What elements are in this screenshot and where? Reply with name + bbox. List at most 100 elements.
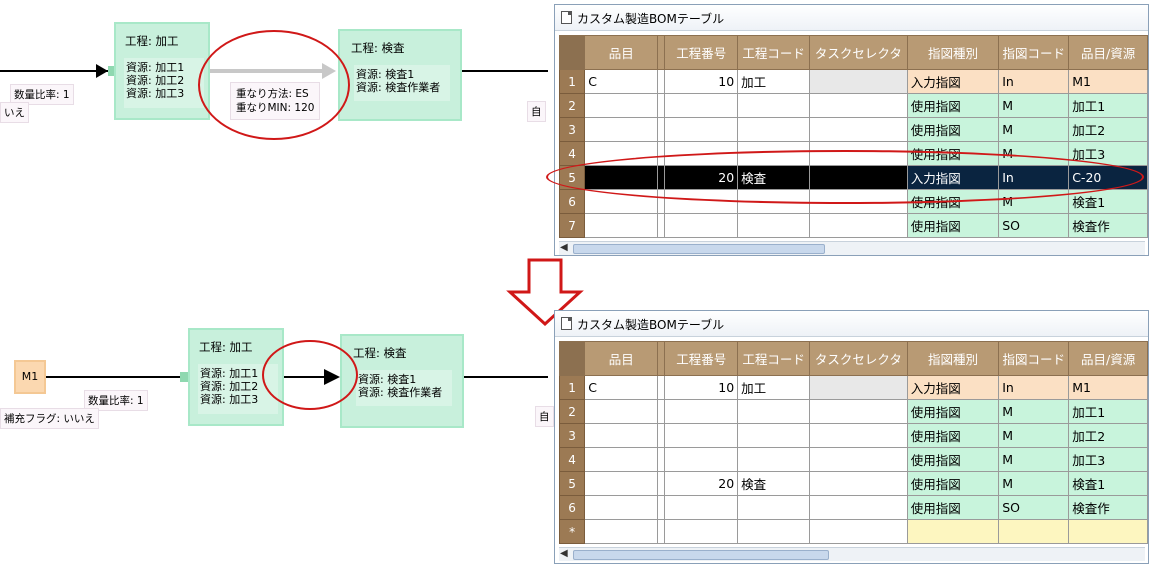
new-row[interactable]: * — [558, 519, 1148, 544]
cell-item[interactable] — [584, 495, 659, 520]
row-number[interactable]: 6 — [558, 495, 586, 520]
cell-order-code[interactable] — [998, 519, 1070, 544]
row-number[interactable]: 5 — [558, 471, 586, 496]
table-row[interactable]: 5 20 検査 使用指図 M 検査1 — [558, 471, 1148, 496]
cell-proc-code[interactable] — [737, 117, 810, 142]
col-header[interactable]: 工程コード — [737, 35, 810, 70]
cell-proc-code[interactable] — [737, 519, 810, 544]
cell-item[interactable]: C — [584, 375, 659, 400]
cell-task-selector[interactable] — [808, 519, 908, 544]
cell-task-selector[interactable] — [808, 399, 908, 424]
cell-proc-no[interactable] — [664, 213, 739, 238]
cell-task-selector[interactable] — [808, 213, 908, 238]
cell-order-type[interactable]: 入力指図 — [906, 375, 1000, 400]
row-number[interactable]: 4 — [558, 141, 586, 166]
row-number[interactable]: 1 — [558, 69, 586, 94]
cell-resource[interactable] — [1068, 519, 1148, 544]
cell-item[interactable] — [584, 399, 659, 424]
col-header[interactable]: 指図種別 — [906, 35, 1000, 70]
cell-task-selector[interactable] — [808, 423, 908, 448]
process-node-kensa[interactable]: 工程: 検査 資源: 検査1 資源: 検査作業者 — [338, 29, 462, 121]
cell-item[interactable]: C — [584, 69, 659, 94]
scroll-thumb[interactable] — [573, 550, 829, 560]
cell-order-type[interactable]: 入力指図 — [906, 69, 1000, 94]
cell-resource[interactable]: 検査作 — [1068, 495, 1148, 520]
col-header[interactable]: 品目/資源 — [1068, 341, 1148, 376]
table-row[interactable]: 1 C 10 加工 入力指図 In M1 — [558, 69, 1148, 94]
cell-order-code[interactable]: In — [998, 375, 1070, 400]
cell-resource[interactable]: 加工3 — [1068, 447, 1148, 472]
cell-item[interactable] — [584, 213, 659, 238]
cell-proc-code[interactable] — [737, 423, 810, 448]
cell-item[interactable] — [584, 519, 659, 544]
cell-resource[interactable]: 加工2 — [1068, 117, 1148, 142]
cell-order-code[interactable]: SO — [998, 495, 1070, 520]
row-number[interactable]: 6 — [558, 189, 586, 214]
cell-task-selector[interactable] — [808, 471, 908, 496]
cell-proc-no[interactable] — [664, 399, 739, 424]
cell-order-code[interactable]: M — [998, 93, 1070, 118]
col-header[interactable]: 工程番号 — [664, 341, 739, 376]
cell-proc-no[interactable] — [664, 495, 739, 520]
cell-proc-code[interactable]: 検査 — [737, 471, 810, 496]
cell-proc-no[interactable] — [664, 447, 739, 472]
process-node-kakou[interactable]: 工程: 加工 資源: 加工1 資源: 加工2 資源: 加工3 — [114, 22, 210, 120]
scroll-left-icon[interactable]: ◀ — [560, 242, 568, 253]
col-header[interactable]: 品目 — [584, 341, 659, 376]
cell-task-selector[interactable] — [808, 495, 908, 520]
cell-order-type[interactable] — [906, 519, 1000, 544]
cell-resource[interactable]: 検査1 — [1068, 471, 1148, 496]
col-header[interactable]: 工程番号 — [664, 35, 739, 70]
row-number[interactable]: 2 — [558, 93, 586, 118]
scroll-thumb[interactable] — [573, 244, 825, 254]
cell-resource[interactable]: 加工1 — [1068, 93, 1148, 118]
col-header[interactable]: タスクセレクタ — [808, 341, 908, 376]
col-splitter[interactable] — [657, 341, 666, 376]
col-header[interactable]: タスクセレクタ — [808, 35, 908, 70]
process-node-kensa[interactable]: 工程: 検査 資源: 検査1 資源: 検査作業者 — [340, 334, 464, 428]
cell-order-type[interactable]: 使用指図 — [906, 213, 1000, 238]
item-node-m1[interactable]: M1 — [14, 360, 46, 394]
cell-order-type[interactable]: 使用指図 — [906, 93, 1000, 118]
table-row[interactable]: 1 C 10 加工 入力指図 In M1 — [558, 375, 1148, 400]
table-row[interactable]: 2 使用指図 M 加工1 — [558, 399, 1148, 424]
cell-task-selector[interactable] — [808, 375, 908, 400]
cell-order-type[interactable]: 使用指図 — [906, 447, 1000, 472]
cell-item[interactable] — [584, 117, 659, 142]
cell-resource[interactable]: M1 — [1068, 69, 1148, 94]
row-number[interactable]: 1 — [558, 375, 586, 400]
cell-order-type[interactable]: 使用指図 — [906, 471, 1000, 496]
table-row[interactable]: 4 使用指図 M 加工3 — [558, 447, 1148, 472]
table-row[interactable]: 3 使用指図 M 加工2 — [558, 117, 1148, 142]
cell-order-type[interactable]: 使用指図 — [906, 399, 1000, 424]
horizontal-scrollbar[interactable]: ◀ — [559, 547, 1145, 561]
cell-proc-code[interactable]: 加工 — [737, 375, 810, 400]
cell-proc-no[interactable]: 10 — [664, 69, 739, 94]
horizontal-scrollbar[interactable]: ◀ — [559, 241, 1145, 255]
scroll-left-icon[interactable]: ◀ — [560, 548, 568, 559]
cell-proc-code[interactable] — [737, 213, 810, 238]
cell-proc-code[interactable] — [737, 93, 810, 118]
col-header[interactable]: 工程コード — [737, 341, 810, 376]
cell-order-type[interactable]: 使用指図 — [906, 117, 1000, 142]
row-number[interactable]: 7 — [558, 213, 586, 238]
cell-order-type[interactable]: 使用指図 — [906, 495, 1000, 520]
cell-resource[interactable]: 加工2 — [1068, 423, 1148, 448]
cell-order-type[interactable]: 使用指図 — [906, 423, 1000, 448]
col-header[interactable]: 品目/資源 — [1068, 35, 1148, 70]
cell-item[interactable] — [584, 471, 659, 496]
cell-resource[interactable]: 加工1 — [1068, 399, 1148, 424]
cell-order-code[interactable]: In — [998, 69, 1070, 94]
cell-order-code[interactable]: M — [998, 423, 1070, 448]
cell-resource[interactable]: 検査作 — [1068, 213, 1148, 238]
table-row[interactable]: 7 使用指図 SO 検査作 — [558, 213, 1148, 238]
cell-order-code[interactable]: M — [998, 471, 1070, 496]
cell-task-selector[interactable] — [808, 117, 908, 142]
cell-task-selector[interactable] — [808, 93, 908, 118]
new-row-marker[interactable]: * — [558, 519, 586, 544]
row-number[interactable]: 3 — [558, 423, 586, 448]
row-number[interactable]: 4 — [558, 447, 586, 472]
cell-item[interactable] — [584, 93, 659, 118]
cell-proc-code[interactable] — [737, 447, 810, 472]
cell-task-selector[interactable] — [808, 69, 908, 94]
